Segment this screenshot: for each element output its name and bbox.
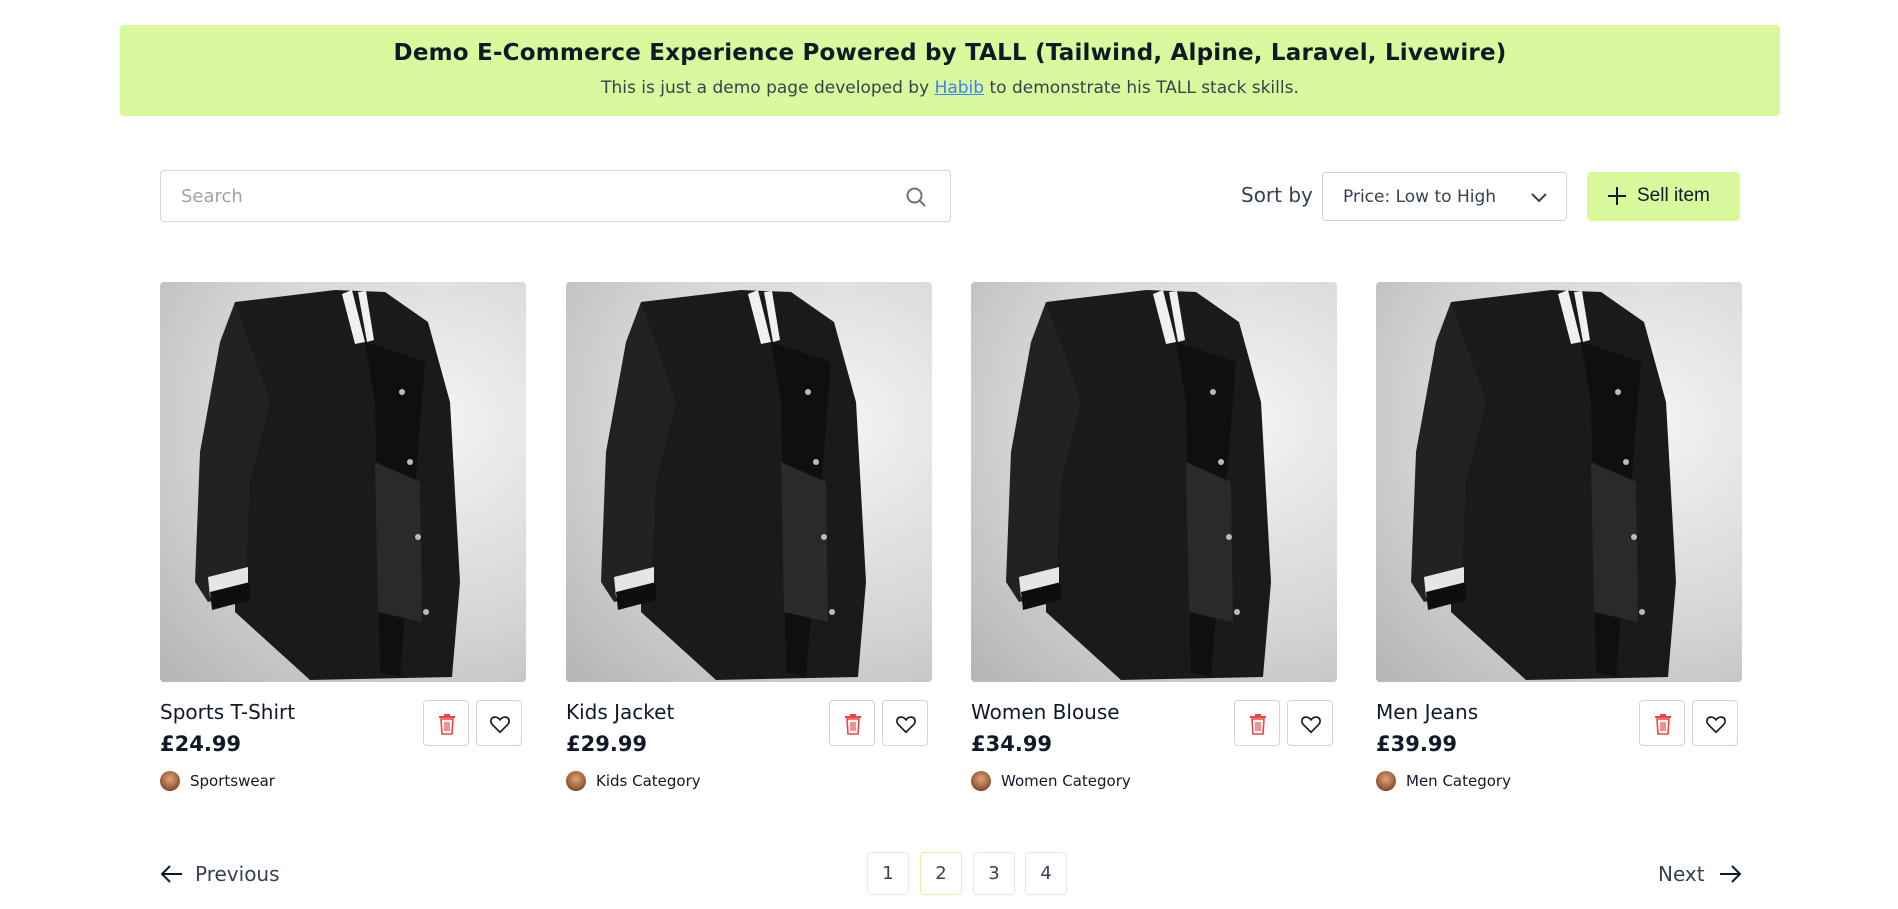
- sell-item-button[interactable]: Sell item: [1587, 172, 1740, 221]
- heart-icon: [1706, 716, 1726, 734]
- next-label: Next: [1658, 862, 1705, 886]
- product-price: £34.99: [971, 732, 1053, 756]
- delete-button[interactable]: [1639, 700, 1685, 746]
- avatar: [971, 771, 991, 791]
- product-card[interactable]: Women Blouse £34.99 Women Category: [971, 282, 1337, 802]
- category-label: Men Category: [1406, 772, 1511, 790]
- category-label: Women Category: [1001, 772, 1131, 790]
- sort-label: Sort by: [1241, 183, 1313, 207]
- avatar: [566, 771, 586, 791]
- product-image[interactable]: [1376, 282, 1742, 682]
- product-price: £24.99: [160, 732, 242, 756]
- jacket-image: [1006, 290, 1271, 680]
- arrow-right-icon: [1720, 865, 1742, 883]
- page-button[interactable]: 3: [973, 852, 1015, 895]
- search-icon[interactable]: [904, 185, 928, 209]
- delete-button[interactable]: [829, 700, 875, 746]
- jacket-image: [601, 290, 866, 680]
- delete-button[interactable]: [1234, 700, 1280, 746]
- product-image[interactable]: [160, 282, 526, 682]
- wishlist-button[interactable]: [1287, 700, 1333, 746]
- category-label: Kids Category: [596, 772, 701, 790]
- page-button[interactable]: 1: [867, 852, 909, 895]
- wishlist-button[interactable]: [1692, 700, 1738, 746]
- product-image[interactable]: [566, 282, 932, 682]
- product-card[interactable]: Kids Jacket £29.99 Kids Category: [566, 282, 932, 802]
- search-input[interactable]: [161, 171, 861, 221]
- heart-icon: [896, 716, 916, 734]
- wishlist-button[interactable]: [882, 700, 928, 746]
- banner-subtitle: This is just a demo page developed by Ha…: [120, 78, 1780, 98]
- delete-button[interactable]: [423, 700, 469, 746]
- banner-title: Demo E-Commerce Experience Powered by TA…: [393, 40, 1507, 66]
- plus-icon: [1608, 187, 1626, 205]
- product-card[interactable]: Sports T-Shirt £24.99 Sportswear: [160, 282, 526, 802]
- product-name[interactable]: Men Jeans: [1376, 700, 1478, 724]
- product-price: £39.99: [1376, 732, 1458, 756]
- trash-icon: [439, 714, 455, 735]
- demo-banner: Demo E-Commerce Experience Powered by TA…: [120, 25, 1780, 116]
- category-label: Sportswear: [190, 772, 275, 790]
- sort-select[interactable]: Price: Low to High: [1322, 172, 1567, 221]
- search-box: [160, 170, 951, 222]
- product-image[interactable]: [971, 282, 1337, 682]
- trash-icon: [1250, 714, 1266, 735]
- next-page-link[interactable]: Next: [1658, 862, 1742, 886]
- page-button[interactable]: 4: [1025, 852, 1067, 895]
- arrow-left-icon: [160, 865, 182, 883]
- trash-icon: [1655, 714, 1671, 735]
- product-name[interactable]: Kids Jacket: [566, 700, 674, 724]
- banner-subtitle-before: This is just a demo page developed by: [601, 78, 935, 98]
- jacket-image: [195, 290, 460, 680]
- product-name[interactable]: Women Blouse: [971, 700, 1120, 724]
- wishlist-button[interactable]: [476, 700, 522, 746]
- trash-icon: [845, 714, 861, 735]
- product-name[interactable]: Sports T-Shirt: [160, 700, 295, 724]
- page-button-current[interactable]: 2: [920, 852, 962, 895]
- author-link[interactable]: Habib: [935, 78, 985, 98]
- heart-icon: [490, 716, 510, 734]
- avatar: [160, 771, 180, 791]
- product-card[interactable]: Men Jeans £39.99 Men Category: [1376, 282, 1742, 802]
- product-price: £29.99: [566, 732, 648, 756]
- avatar: [1376, 771, 1396, 791]
- heart-icon: [1301, 716, 1321, 734]
- sort-selected-value: Price: Low to High: [1343, 187, 1497, 207]
- chevron-down-icon: [1531, 193, 1547, 203]
- jacket-image: [1411, 290, 1676, 680]
- sell-item-label: Sell item: [1637, 185, 1710, 206]
- banner-subtitle-after: to demonstrate his TALL stack skills.: [984, 78, 1299, 98]
- previous-label: Previous: [195, 862, 280, 886]
